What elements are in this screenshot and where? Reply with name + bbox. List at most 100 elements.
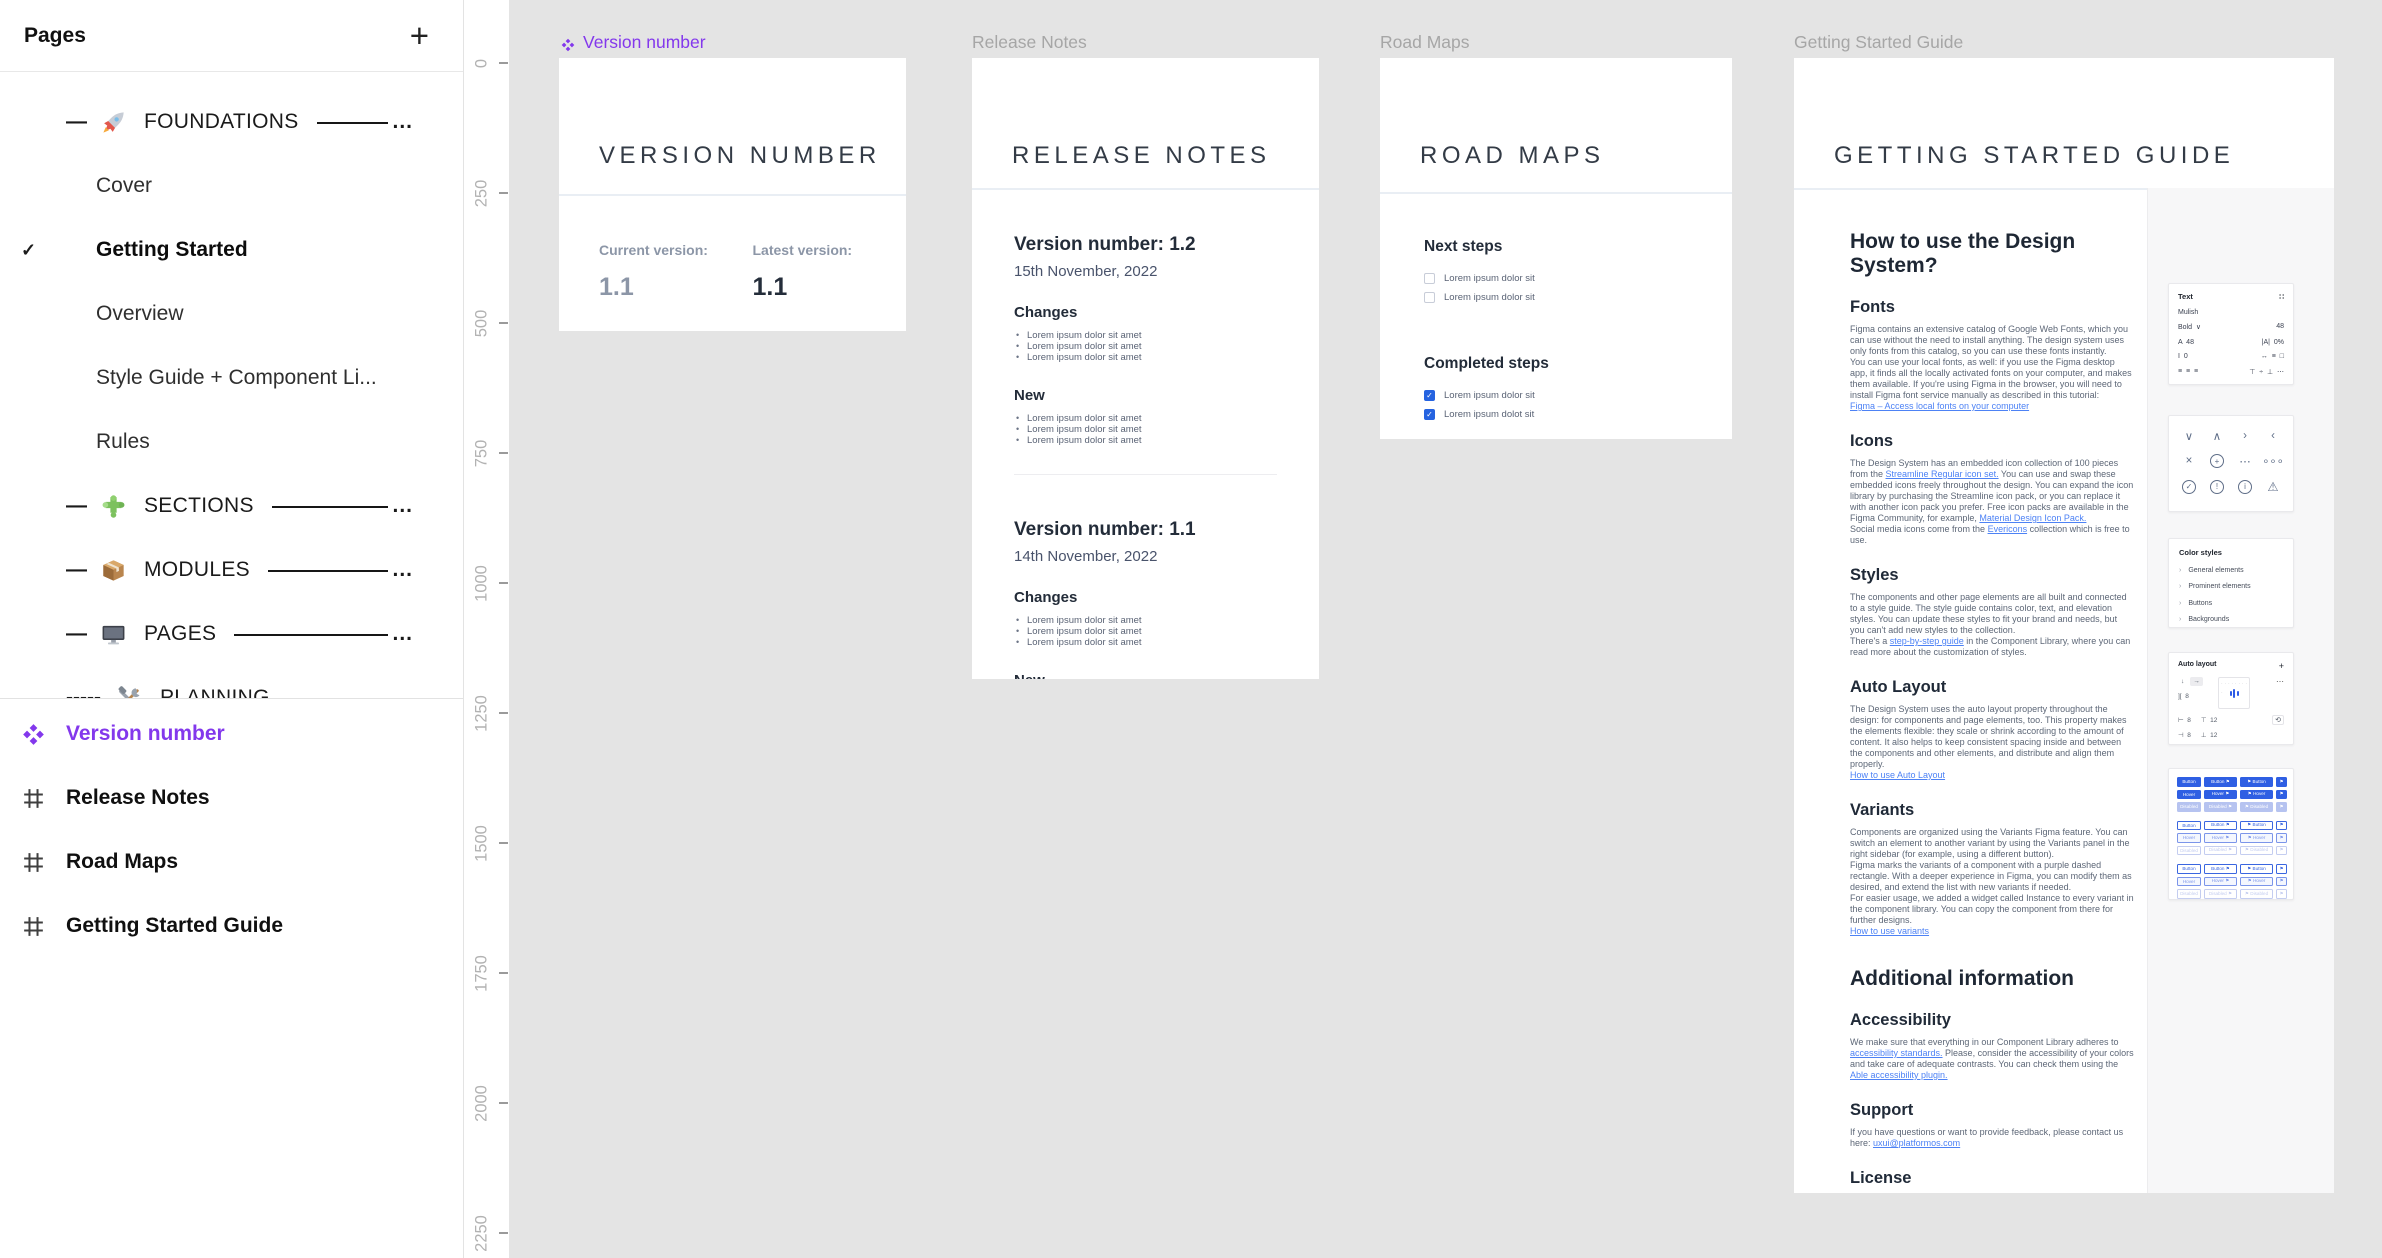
pages-header: Pages + xyxy=(0,0,463,72)
section-heading-accessibility: Accessibility xyxy=(1850,1011,2145,1030)
checkbox[interactable] xyxy=(1424,273,1435,284)
text-link[interactable]: Streamline Regular icon set. xyxy=(1886,469,1999,479)
sidebar-item-planning[interactable]: -----PLANNING... xyxy=(0,666,463,699)
direction-buttons: ↓→ xyxy=(2178,677,2212,686)
variant-button: Disabled xyxy=(2177,846,2201,856)
variant-group: ButtonButton ⚑⚑ Button⚑HoverHover ⚑⚑ Hov… xyxy=(2177,821,2285,856)
text-link[interactable]: How to use Auto Layout xyxy=(1850,770,1945,780)
frame-getting-started-guide[interactable]: GETTING STARTED GUIDE How to use the Des… xyxy=(1794,58,2334,1193)
sidebar-item-foundations[interactable]: —FOUNDATIONS... xyxy=(0,90,463,154)
sidebar-item-rules[interactable]: Rules xyxy=(0,410,463,474)
text-link[interactable]: Able accessibility plugin. xyxy=(1850,1070,1948,1080)
frame-header: ROAD MAPS xyxy=(1380,58,1732,194)
section-heading-license: License xyxy=(1850,1169,2145,1188)
frame-label-release-notes[interactable]: Release Notes xyxy=(972,32,1087,53)
ruler-tick xyxy=(499,972,508,974)
roadmap-group-title: Next steps xyxy=(1424,238,1688,256)
variant-button: ⚑ Button xyxy=(2240,864,2273,874)
text-link[interactable]: Figma – Access local fonts on your compu… xyxy=(1850,401,2029,411)
variant-button: ⚑ xyxy=(2276,790,2287,800)
release-date: 15th November, 2022 xyxy=(1014,263,1277,280)
paragraph: You can use your local fonts, as well: i… xyxy=(1850,357,2134,401)
ruler-label: 750 xyxy=(473,434,492,474)
sidebar-item-label: SECTIONS xyxy=(144,494,254,518)
text-link[interactable]: uxui@platformos.com xyxy=(1873,1138,1960,1148)
layer-item-getting-started-guide[interactable]: Getting Started Guide xyxy=(0,894,463,958)
sidebar-item-sections[interactable]: —SECTIONS... xyxy=(0,474,463,538)
checkbox-checked[interactable]: ✓ xyxy=(1424,409,1435,420)
canvas[interactable]: Version number Release Notes Road Maps G… xyxy=(509,0,2382,1258)
latest-version-value: 1.1 xyxy=(753,273,907,302)
text-panel-cell: ≡ ≡ ≡ xyxy=(2178,368,2198,376)
text-panel-title: Text xyxy=(2178,292,2193,301)
frame-version-number[interactable]: VERSION NUMBER Current version: 1.1 Late… xyxy=(559,58,906,331)
guide-preview-column: Text∷MulishBold ∨48A 48|A| 0%I 0↔ ≡ □≡ ≡… xyxy=(2147,188,2334,1193)
text-link[interactable]: How to use variants xyxy=(1850,926,1929,936)
paragraph: The Design System uses the auto layout p… xyxy=(1850,704,2134,770)
paragraph: Social media icons come from the Everico… xyxy=(1850,524,2134,546)
sidebar-item-label: Style Guide + Component Li... xyxy=(96,366,377,390)
color-style-item: ›Buttons xyxy=(2179,600,2283,607)
text-panel-row: Mulish xyxy=(2178,309,2284,316)
ruler-label: 250 xyxy=(473,174,492,214)
text-panel-row: Bold ∨48 xyxy=(2178,323,2284,331)
variant-row: HoverHover ⚑⚑ Hover⚑ xyxy=(2177,790,2285,800)
checkbox-checked[interactable]: ✓ xyxy=(1424,390,1435,401)
layer-item-version-number[interactable]: Version number xyxy=(0,702,463,766)
color-styles-title: Color styles xyxy=(2179,548,2283,557)
frame-label-version-number[interactable]: Version number xyxy=(561,32,706,53)
icons-preview-panel: ∨∧›‹×+⋯∘∘∘✓!i⚠ xyxy=(2168,415,2294,512)
frame-label-road-maps[interactable]: Road Maps xyxy=(1380,32,1470,53)
frame-release-notes[interactable]: RELEASE NOTES Version number: 1.2 15th No… xyxy=(972,58,1319,679)
checkbox[interactable] xyxy=(1424,292,1435,303)
variant-group: ButtonButton ⚑⚑ Button⚑HoverHover ⚑⚑ Hov… xyxy=(2177,777,2285,812)
text-link[interactable]: Evericons xyxy=(1988,524,2028,534)
ruler-label: 2000 xyxy=(473,1084,492,1124)
release-version-heading: Version number: 1.2 xyxy=(1014,234,1277,256)
glyph-icon: ⚠ xyxy=(2267,479,2278,494)
icons-grid: ∨∧›‹×+⋯∘∘∘✓!i⚠ xyxy=(2175,425,2287,494)
ruler-label: 500 xyxy=(473,304,492,344)
pages-panel-title: Pages xyxy=(24,24,86,48)
text-link[interactable]: accessibility standards. xyxy=(1850,1048,1943,1058)
variant-button: ⚑ xyxy=(2276,846,2287,856)
sidebar-item-getting-started[interactable]: ✓Getting Started xyxy=(0,218,463,282)
add-page-button[interactable]: + xyxy=(410,19,429,52)
bullet-item: Lorem ipsum dolor sit amet xyxy=(1014,413,1277,424)
checklist-item-label: Lorem ipsum dolot sit xyxy=(1444,409,1534,420)
variant-button: Button ⚑ xyxy=(2204,864,2237,874)
ruler-label: 0 xyxy=(473,44,492,84)
ruler-label: 1500 xyxy=(473,824,492,864)
layer-item-road-maps[interactable]: Road Maps xyxy=(0,830,463,894)
color-style-item: ›General elements xyxy=(2179,567,2283,574)
text-link[interactable]: step-by-step guide xyxy=(1890,636,1964,646)
component-icon xyxy=(561,36,575,50)
variant-row: ButtonButton ⚑⚑ Button⚑ xyxy=(2177,864,2285,874)
sidebar-item-pages[interactable]: —PAGES... xyxy=(0,602,463,666)
roadmap-rows: ✓Lorem ipsum dolor sit✓Lorem ipsum dolot… xyxy=(1424,386,1688,424)
glyph-icon: ✓ xyxy=(2182,480,2196,494)
sidebar-item-label: Getting Started xyxy=(96,238,248,262)
text-link[interactable]: Material Design Icon Pack. xyxy=(1979,513,2086,523)
frame-road-maps[interactable]: ROAD MAPS Next stepsLorem ipsum dolor si… xyxy=(1380,58,1732,439)
layer-item-release-notes[interactable]: Release Notes xyxy=(0,766,463,830)
frame-header: GETTING STARTED GUIDE xyxy=(1794,58,2334,190)
sidebar-item-modules[interactable]: —MODULES... xyxy=(0,538,463,602)
frame-label-getting-started-guide[interactable]: Getting Started Guide xyxy=(1794,32,1963,53)
auto-layout-panel: Auto layout+↓→][ 8· · · · · · · · ·⋯⊢ 8⊤… xyxy=(2168,652,2294,745)
frame-title: RELEASE NOTES xyxy=(1012,142,1319,170)
pages-list: —FOUNDATIONS...Cover✓Getting StartedOver… xyxy=(0,72,463,699)
paragraph: Components are organized using the Varia… xyxy=(1850,827,2134,860)
current-version-label: Current version: xyxy=(599,242,753,258)
sidebar-item-cover[interactable]: Cover xyxy=(0,154,463,218)
color-styles-panel: Color styles›General elements›Prominent … xyxy=(2168,538,2294,628)
release-bullet-list: Lorem ipsum dolor sit ametLorem ipsum do… xyxy=(1014,615,1277,648)
sidebar-item-overview[interactable]: Overview xyxy=(0,282,463,346)
pages-sidebar: Pages + —FOUNDATIONS...Cover✓Getting Sta… xyxy=(0,0,464,1258)
frame-header: RELEASE NOTES xyxy=(972,58,1319,190)
ruler-tick xyxy=(499,192,508,194)
version-columns: Current version: 1.1 Latest version: 1.1 xyxy=(559,242,906,302)
sidebar-item-style-guide-component-li[interactable]: Style Guide + Component Li... xyxy=(0,346,463,410)
frame-icon xyxy=(22,851,45,874)
direction-down-icon: ↓ xyxy=(2178,677,2187,686)
